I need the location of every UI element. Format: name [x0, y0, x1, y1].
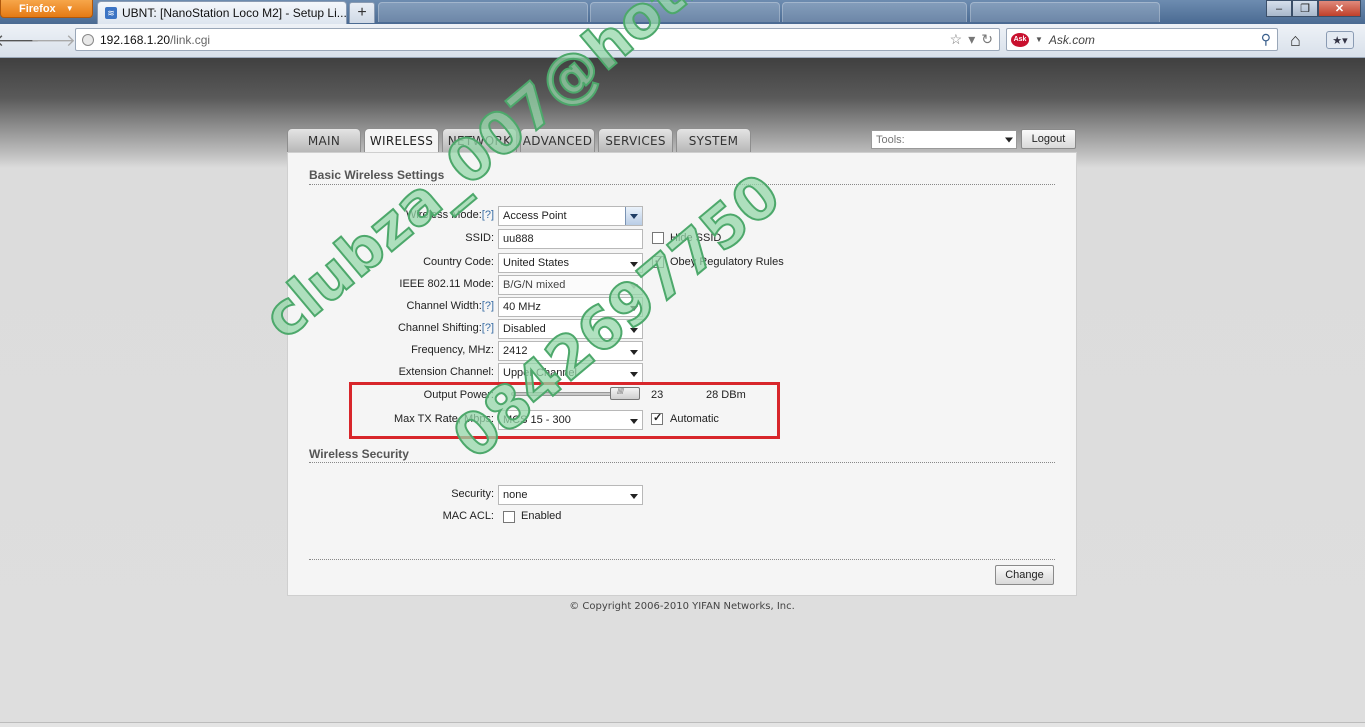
channel-shifting-value: Disabled: [503, 323, 546, 335]
home-icon[interactable]: ⌂: [1290, 30, 1301, 51]
wireless-mode-value: Access Point: [503, 210, 567, 222]
highlight-box: [349, 382, 780, 439]
back-arrow-icon[interactable]: 🡐: [0, 30, 40, 52]
copyright-text: © Copyright 2006-2010 YIFAN Networks, In…: [569, 601, 795, 612]
tab-main[interactable]: MAIN: [287, 128, 361, 153]
tools-select-value: Tools:: [876, 133, 905, 146]
extension-channel-select[interactable]: Upper Channel: [498, 363, 643, 383]
chevron-down-icon: [1005, 137, 1013, 142]
security-label: Security:: [451, 488, 494, 500]
rss-icon: ≋: [105, 7, 117, 19]
chevron-down-icon: ▼: [65, 4, 74, 13]
ssid-label: SSID:: [465, 232, 494, 244]
section-divider: [309, 462, 1055, 463]
forward-arrow-icon[interactable]: 🡒: [30, 30, 76, 52]
tab-system[interactable]: SYSTEM: [676, 128, 751, 153]
maximize-button[interactable]: ❐: [1292, 0, 1318, 17]
ssid-value: uu888: [503, 233, 534, 245]
search-bar[interactable]: Ask ▼ Ask.com ⚲: [1006, 28, 1278, 51]
chevron-down-icon: [630, 328, 638, 333]
browser-tab-active[interactable]: ≋ UBNT: [NanoStation Loco M2] - Setup Li…: [97, 1, 347, 24]
logout-button[interactable]: Logout: [1021, 129, 1076, 149]
chevron-down-icon: [625, 207, 642, 225]
chevron-down-icon: [630, 494, 638, 499]
ssid-input[interactable]: uu888: [498, 229, 643, 249]
close-window-button[interactable]: ✕: [1318, 0, 1361, 17]
tab-services[interactable]: SERVICES: [598, 128, 673, 153]
country-code-value: United States: [503, 257, 570, 269]
browser-titlebar: Firefox ▼ ≋ UBNT: [NanoStation Loco M2] …: [0, 0, 1365, 24]
security-value: none: [503, 489, 528, 501]
firefox-menu-label: Firefox: [19, 2, 56, 15]
channel-width-label: Channel Width:[?]: [406, 300, 494, 312]
extension-channel-value: Upper Channel: [503, 367, 577, 379]
tab-advanced[interactable]: ADVANCED: [520, 128, 595, 153]
hide-ssid-checkbox[interactable]: [652, 232, 664, 244]
search-icon[interactable]: ⚲: [1261, 31, 1271, 48]
frequency-value: 2412: [503, 345, 528, 357]
url-bar[interactable]: 192.168.1.20/link.cgi ☆ ▾ ↻: [75, 28, 1000, 51]
status-bar: [0, 722, 1365, 727]
main-nav-tabs: MAIN WIRELESS NETWORK ADVANCED SERVICES …: [287, 128, 751, 153]
tab-title: UBNT: [NanoStation Loco M2] - Setup Li..…: [122, 6, 347, 20]
channel-shifting-label: Channel Shifting:[?]: [397, 322, 494, 334]
mac-acl-enabled-label: Enabled: [521, 510, 562, 522]
chevron-down-icon: [630, 372, 638, 377]
section-title-security: Wireless Security: [309, 447, 409, 461]
url-text: 192.168.1.20/link.cgi: [100, 32, 211, 47]
search-placeholder: Ask.com: [1048, 32, 1095, 47]
frequency-select[interactable]: 2412: [498, 341, 643, 361]
ieee-mode-select[interactable]: B/G/N mixed: [498, 275, 643, 295]
hide-ssid-label: Hide SSID: [670, 232, 722, 244]
obey-regulatory-label: Obey Regulatory Rules: [670, 256, 784, 268]
browser-tab-background[interactable]: [378, 2, 588, 22]
chevron-down-icon: [630, 350, 638, 355]
tab-network[interactable]: NETWORK: [442, 128, 517, 153]
wireless-mode-select[interactable]: Access Point: [498, 206, 643, 226]
reload-icon[interactable]: ↻: [981, 31, 993, 48]
frequency-label: Frequency, MHz:: [411, 344, 494, 356]
browser-tab-background[interactable]: [970, 2, 1160, 22]
browser-tab-background[interactable]: [782, 2, 967, 22]
new-tab-button[interactable]: +: [349, 2, 375, 23]
channel-shifting-select[interactable]: Disabled: [498, 319, 643, 339]
bookmarks-icon[interactable]: ★▾: [1326, 31, 1354, 49]
channel-width-select[interactable]: 40 MHz: [498, 297, 643, 317]
browser-navbar: 🡐 🡒 192.168.1.20/link.cgi ☆ ▾ ↻ Ask ▼ As…: [0, 24, 1365, 58]
chevron-down-icon: [630, 284, 638, 289]
obey-regulatory-checkbox[interactable]: [652, 254, 664, 268]
security-select[interactable]: none: [498, 485, 643, 505]
chevron-down-icon: [630, 306, 638, 311]
firefox-menu-button[interactable]: Firefox ▼: [0, 0, 93, 18]
mac-acl-checkbox[interactable]: [503, 511, 515, 523]
chevron-down-icon: [630, 262, 638, 267]
ieee-mode-value: B/G/N mixed: [503, 279, 566, 291]
ask-logo-icon: Ask: [1011, 32, 1029, 47]
mac-acl-label: MAC ACL:: [442, 510, 494, 522]
tools-select[interactable]: Tools:: [871, 130, 1017, 149]
extension-channel-label: Extension Channel:: [398, 366, 494, 378]
globe-icon: [82, 33, 94, 46]
star-icon[interactable]: ☆: [950, 31, 963, 48]
browser-tab-background[interactable]: [590, 2, 780, 22]
tab-wireless[interactable]: WIRELESS: [364, 128, 439, 153]
section-divider: [309, 184, 1055, 185]
section-divider: [309, 559, 1055, 560]
help-link[interactable]: [?]: [482, 300, 494, 312]
wireless-mode-label: Wireless Mode:[?]: [405, 209, 494, 221]
country-code-select[interactable]: United States: [498, 253, 643, 273]
section-title-basic: Basic Wireless Settings: [309, 168, 445, 182]
dropdown-arrow-icon[interactable]: ▾: [968, 31, 975, 48]
chevron-down-icon[interactable]: ▼: [1035, 35, 1043, 44]
minimize-button[interactable]: –: [1266, 0, 1292, 17]
channel-width-value: 40 MHz: [503, 301, 541, 313]
change-button[interactable]: Change: [995, 565, 1054, 585]
help-link[interactable]: [?]: [482, 209, 494, 221]
help-link[interactable]: [?]: [482, 322, 494, 334]
country-code-label: Country Code:: [423, 256, 494, 268]
ieee-mode-label: IEEE 802.11 Mode:: [399, 278, 494, 290]
